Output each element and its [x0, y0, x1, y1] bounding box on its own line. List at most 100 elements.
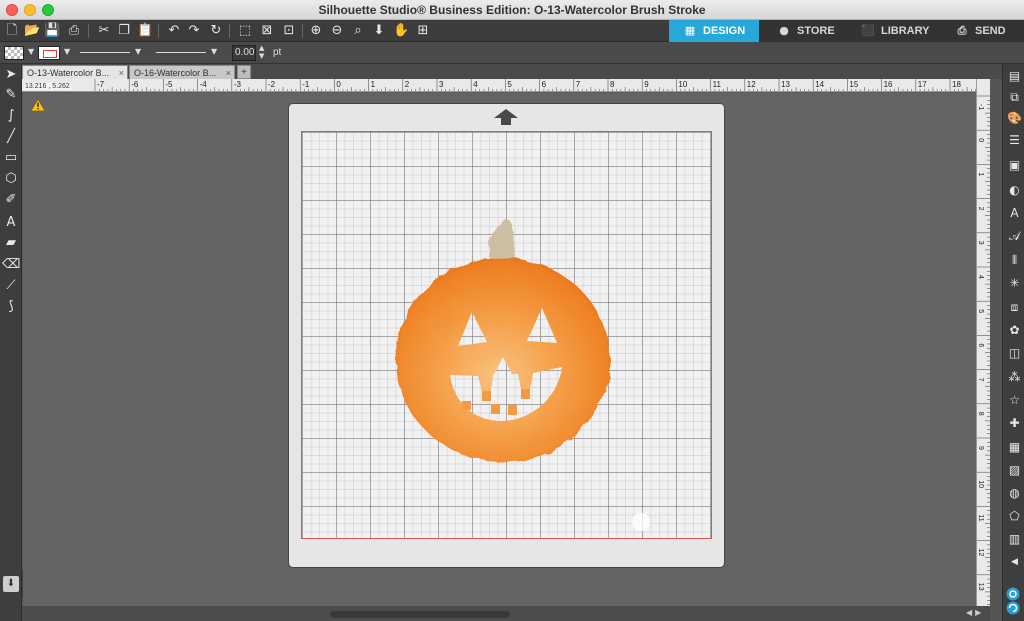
ruler-label: 10: [977, 480, 984, 488]
chevron-down-icon[interactable]: ▼: [135, 47, 141, 56]
text-on-path-icon[interactable]: 𝒜: [1006, 228, 1023, 245]
ruler-label: 6: [977, 343, 984, 347]
pumpkin-body: [396, 258, 610, 462]
ruler-label: 13: [781, 80, 790, 89]
sketch-icon[interactable]: ⁂: [1006, 369, 1023, 386]
close-tab-icon[interactable]: ×: [119, 66, 124, 80]
zoom-in-icon[interactable]: ⊕: [308, 23, 324, 39]
add-page-icon[interactable]: ⊞: [415, 23, 431, 39]
open-folder-icon[interactable]: 📂: [24, 23, 40, 39]
cut-icon[interactable]: ✂: [96, 23, 112, 39]
save-icon[interactable]: 💾: [44, 23, 60, 39]
hatch-icon[interactable]: ▨: [1006, 462, 1023, 479]
curve-tool-icon[interactable]: ∫: [2, 107, 20, 125]
redraw-icon[interactable]: ↻: [208, 23, 224, 39]
chevron-down-icon[interactable]: ▼: [64, 47, 70, 56]
page-setup-icon[interactable]: ▤: [1006, 68, 1023, 85]
mesh-icon[interactable]: ◍: [1006, 485, 1023, 502]
pumpkin-tooth: [462, 401, 471, 410]
deselect-icon[interactable]: ⊠: [259, 23, 275, 39]
select-arrow-icon[interactable]: ➤: [2, 66, 20, 84]
pumpkin-tooth: [508, 405, 517, 415]
zoom-out-icon[interactable]: ⊖: [329, 23, 345, 39]
ruler-label: -6: [131, 80, 139, 89]
print-icon[interactable]: ⎙: [66, 23, 82, 39]
pixscan-icon[interactable]: ⧉: [1006, 89, 1023, 106]
replicate-icon[interactable]: ⧈: [1006, 299, 1023, 316]
transform-icon[interactable]: ✳: [1006, 275, 1023, 292]
ruler-label: 0: [336, 80, 341, 89]
tab-send[interactable]: ⎙ SEND: [943, 20, 1024, 42]
edit-points-icon[interactable]: ⊡: [281, 23, 297, 39]
warning-icon[interactable]: [31, 99, 45, 111]
contrast-icon[interactable]: ◐: [1006, 182, 1023, 199]
fill-tool-icon[interactable]: ▰: [2, 234, 20, 252]
redo-icon[interactable]: ↷: [186, 23, 202, 39]
tab-design[interactable]: ▦ DESIGN: [669, 20, 759, 42]
zoom-selection-icon[interactable]: ⌕: [350, 23, 366, 39]
favorites-star-icon[interactable]: ☆: [1006, 392, 1023, 409]
library-icon: ⬛: [861, 24, 875, 37]
draw-tool-icon[interactable]: ✐: [2, 191, 20, 209]
horizontal-scroll-thumb[interactable]: [330, 611, 510, 618]
emboss-icon[interactable]: ⬠: [1006, 508, 1023, 525]
fill-panel-icon[interactable]: 🎨: [1006, 110, 1023, 127]
sync-icon[interactable]: [1004, 586, 1022, 616]
knife-tool-icon[interactable]: ⟋: [2, 277, 20, 295]
line-join-select[interactable]: [156, 52, 206, 53]
pumpkin-tooth: [521, 389, 530, 399]
select-all-icon[interactable]: ⬚: [237, 23, 253, 39]
ruler-label: 6: [542, 80, 547, 89]
point-edit-icon[interactable]: ✎: [2, 86, 20, 104]
align-icon[interactable]: ⫴: [1006, 252, 1023, 269]
doc-tab-label: O-13-Watercolor B...: [27, 68, 110, 78]
scroll-arrows-icon[interactable]: ◀▶: [966, 608, 984, 617]
doc-tab-o13[interactable]: O-13-Watercolor B... ×: [22, 65, 128, 79]
tab-store[interactable]: ● STORE: [759, 20, 847, 42]
vertical-ruler: -1 0 1 2 3 4 5 6 7 8 9 10 11 12 13: [976, 79, 990, 606]
ruler-label: 4: [473, 80, 478, 89]
document-tabs: O-13-Watercolor B... × O-16-Watercolor B…: [22, 64, 1002, 79]
chevron-down-icon[interactable]: ▼: [28, 47, 34, 56]
doc-tab-o16[interactable]: O-16-Watercolor B... ×: [129, 65, 235, 79]
ruler-label: 12: [747, 80, 756, 89]
modify-icon[interactable]: ✿: [1006, 322, 1023, 339]
ruler-label: -2: [268, 80, 276, 89]
ruler-label: 15: [849, 80, 858, 89]
new-tab-button[interactable]: +: [237, 65, 251, 79]
copy-icon[interactable]: ❐: [116, 23, 132, 39]
toolbar-divider: [158, 24, 159, 38]
offset-icon[interactable]: ◫: [1006, 345, 1023, 362]
line-color-swatch[interactable]: [38, 46, 60, 60]
fit-to-page-icon[interactable]: ⬇: [371, 23, 387, 39]
download-icon[interactable]: ⬇: [3, 576, 19, 592]
chevron-down-icon[interactable]: ◀: [1006, 554, 1023, 571]
map-icon[interactable]: ▥: [1006, 531, 1023, 548]
right-panel-strip: ▤ ⧉ 🎨 ☰ ▣ ◐ A 𝒜 ⫴ ✳ ⧈ ✿ ◫ ⁂ ☆ ✚ ▦ ▨ ◍ ⬠ …: [1002, 64, 1024, 621]
new-document-icon[interactable]: 🗋: [4, 23, 20, 39]
pan-hand-icon[interactable]: ✋: [393, 23, 409, 39]
eraser-icon[interactable]: ⌫: [2, 256, 20, 274]
vertical-scrollbar[interactable]: [990, 79, 1002, 621]
pumpkin-design[interactable]: [390, 215, 614, 467]
line-width-stepper[interactable]: ▲ ▼: [259, 44, 264, 60]
layers-icon[interactable]: ▦: [1006, 439, 1023, 456]
close-tab-icon[interactable]: ×: [226, 66, 231, 80]
image-effects-icon[interactable]: ▣: [1006, 157, 1023, 174]
rectangle-tool-icon[interactable]: ▭: [2, 149, 20, 167]
line-width-input[interactable]: 0.00: [232, 45, 256, 61]
eyedropper-icon[interactable]: ⟆: [2, 298, 20, 316]
text-style-icon[interactable]: A: [1006, 205, 1023, 222]
puzzle-icon[interactable]: ✚: [1006, 415, 1023, 432]
tab-library[interactable]: ⬛ LIBRARY: [847, 20, 943, 42]
fill-color-swatch[interactable]: [4, 46, 24, 60]
line-style-icon[interactable]: ☰: [1006, 132, 1023, 149]
line-tool-icon[interactable]: ╱: [2, 128, 20, 146]
chevron-down-icon[interactable]: ▼: [211, 47, 217, 56]
polygon-tool-icon[interactable]: ⬡: [2, 170, 20, 188]
paste-icon[interactable]: 📋: [137, 23, 153, 39]
undo-icon[interactable]: ↶: [166, 23, 182, 39]
text-tool-icon[interactable]: A: [2, 214, 20, 232]
tab-store-label: STORE: [797, 25, 835, 37]
line-style-select[interactable]: [80, 52, 130, 53]
